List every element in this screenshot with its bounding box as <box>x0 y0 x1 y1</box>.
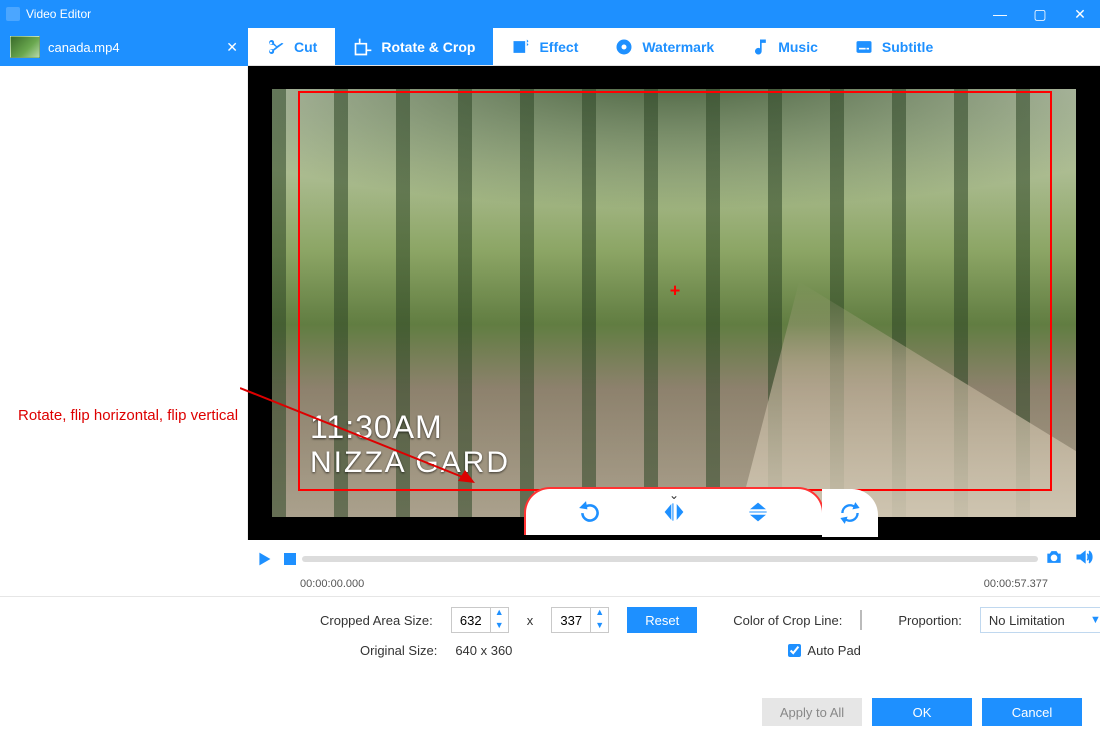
proportion-value: No Limitation <box>989 613 1065 628</box>
reset-button[interactable]: Reset <box>627 607 697 633</box>
camera-icon <box>1044 547 1064 567</box>
tab-label: Watermark <box>642 39 714 55</box>
tab-cut[interactable]: Cut <box>248 28 335 65</box>
play-button[interactable] <box>250 545 278 573</box>
tab-label: Cut <box>294 39 317 55</box>
crop-color-label: Color of Crop Line: <box>733 613 842 628</box>
flip-vertical-icon <box>745 499 771 525</box>
playback-bar <box>0 540 1100 578</box>
overlay-time: 11:30AM <box>310 409 510 446</box>
crop-icon <box>353 37 373 57</box>
main: Rotate, flip horizontal, flip vertical +… <box>0 66 1100 540</box>
time-current: 00:00:00.000 <box>300 578 364 590</box>
sidebar: Rotate, flip horizontal, flip vertical <box>0 66 248 540</box>
frame-overlay-text: 11:30AM NIZZA GARD <box>310 409 510 480</box>
tab-label: Effect <box>539 39 578 55</box>
tab-subtitle[interactable]: Subtitle <box>836 28 951 65</box>
file-close-icon[interactable]: ✕ <box>226 39 238 56</box>
overlay-place: NIZZA GARD <box>310 446 510 480</box>
tool-tabs: Cut Rotate & Crop Effect Watermark Music… <box>248 28 1100 66</box>
crop-height-field[interactable]: ▲▼ <box>551 607 609 633</box>
original-size-label: Original Size: <box>360 643 437 658</box>
watermark-icon <box>614 37 634 57</box>
auto-pad-input[interactable] <box>788 644 801 657</box>
time-duration: 00:00:57.377 <box>984 578 1048 590</box>
tab-label: Subtitle <box>882 39 933 55</box>
apply-to-all-button[interactable]: Apply to All <box>762 698 862 726</box>
rotate-clockwise-button[interactable] <box>570 492 610 532</box>
close-button[interactable]: ✕ <box>1060 0 1100 28</box>
rotate-toolbar-extra <box>822 489 878 537</box>
rotate-clockwise-icon <box>577 499 603 525</box>
spin-up[interactable]: ▲ <box>491 607 508 620</box>
crop-center-icon: + <box>670 281 681 302</box>
topbar: canada.mp4 ✕ Cut Rotate & Crop Effect Wa… <box>0 28 1100 66</box>
auto-pad-label: Auto Pad <box>807 643 861 658</box>
app-icon <box>6 7 20 21</box>
rotate-toolbar: ⌄ <box>524 487 824 535</box>
spin-down[interactable]: ▼ <box>491 620 508 633</box>
stop-button[interactable] <box>284 553 296 565</box>
volume-icon <box>1074 547 1094 567</box>
x-separator: x <box>527 613 534 628</box>
auto-pad-checkbox[interactable]: Auto Pad <box>788 643 861 658</box>
proportion-label: Proportion: <box>898 613 962 628</box>
time-row: 00:00:00.000 00:00:57.377 <box>0 578 1100 596</box>
subtitle-icon <box>854 37 874 57</box>
volume-button[interactable] <box>1074 547 1094 572</box>
tab-effect[interactable]: Effect <box>493 28 596 65</box>
ok-button[interactable]: OK <box>872 698 972 726</box>
refresh-icon <box>837 500 863 526</box>
snapshot-button[interactable] <box>1044 547 1064 572</box>
maximize-button[interactable]: ▢ <box>1020 0 1060 28</box>
tab-rotate-crop[interactable]: Rotate & Crop <box>335 28 493 65</box>
window-title: Video Editor <box>26 7 91 21</box>
crop-height-input[interactable] <box>552 613 590 628</box>
flip-vertical-button[interactable] <box>738 492 778 532</box>
play-icon <box>253 548 275 570</box>
scissors-icon <box>266 37 286 57</box>
footer-buttons: Apply to All OK Cancel <box>762 698 1082 726</box>
tab-label: Rotate & Crop <box>381 39 475 55</box>
tab-watermark[interactable]: Watermark <box>596 28 732 65</box>
file-name: canada.mp4 <box>48 40 120 55</box>
cropped-size-label: Cropped Area Size: <box>320 613 433 628</box>
seek-track[interactable] <box>302 556 1038 562</box>
original-size-value: 640 x 360 <box>455 643 512 658</box>
crop-width-field[interactable]: ▲▼ <box>451 607 509 633</box>
window-controls: — ▢ ✕ <box>980 0 1100 28</box>
minimize-button[interactable]: — <box>980 0 1020 28</box>
proportion-select[interactable]: No Limitation ▼ <box>980 607 1100 633</box>
file-thumbnail <box>10 36 40 58</box>
annotation-text: Rotate, flip horizontal, flip vertical <box>18 406 238 426</box>
effect-icon <box>511 37 531 57</box>
preview-area: + 11:30AM NIZZA GARD ⌄ <box>248 66 1100 540</box>
cancel-button[interactable]: Cancel <box>982 698 1082 726</box>
tab-music[interactable]: Music <box>732 28 836 65</box>
file-tab[interactable]: canada.mp4 ✕ <box>0 28 248 66</box>
spin-up[interactable]: ▲ <box>591 607 608 620</box>
flip-horizontal-icon <box>661 499 687 525</box>
crop-width-input[interactable] <box>452 613 490 628</box>
spin-down[interactable]: ▼ <box>591 620 608 633</box>
chevron-down-icon: ▼ <box>1090 614 1100 626</box>
refresh-button[interactable] <box>830 493 870 533</box>
chevron-down-icon[interactable]: ⌄ <box>669 488 679 502</box>
crop-color-swatch[interactable] <box>860 610 862 630</box>
bottom-panel: Cropped Area Size: ▲▼ x ▲▼ Reset Color o… <box>0 596 1100 736</box>
titlebar: Video Editor — ▢ ✕ <box>0 0 1100 28</box>
music-icon <box>750 37 770 57</box>
tab-label: Music <box>778 39 818 55</box>
